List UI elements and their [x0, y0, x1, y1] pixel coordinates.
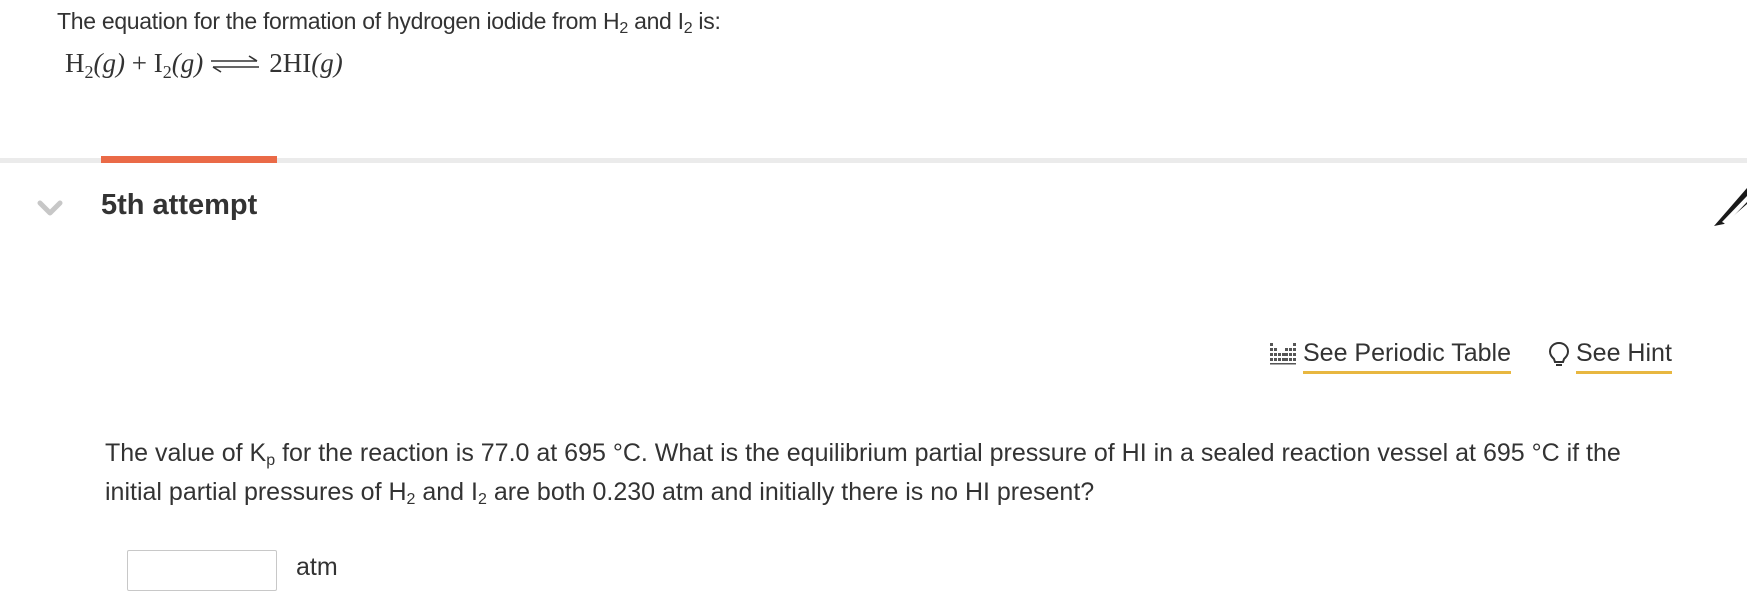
product-hi: 2HI — [269, 48, 312, 78]
reactant-hydrogen: H — [65, 48, 85, 78]
chemical-equation: H2(g) + I2(g) 2HI(g) — [65, 48, 343, 81]
attempt-tab-indicator — [101, 156, 277, 163]
plus-sign: + — [124, 48, 154, 78]
chevron-down-icon[interactable] — [37, 199, 63, 217]
reactant-iodine-subscript: 2 — [162, 62, 172, 82]
intro-text-part: and I — [627, 8, 684, 34]
intro-text-part: is: — [692, 8, 721, 34]
question-part: and I — [415, 478, 478, 506]
reactant-iodine-state: (g) — [171, 48, 204, 78]
answer-unit-label: atm — [296, 553, 338, 581]
product-hi-state: (g) — [311, 48, 343, 78]
mouse-cursor-icon — [1712, 186, 1747, 231]
see-periodic-table-label[interactable]: See Periodic Table — [1303, 338, 1512, 374]
see-hint-label[interactable]: See Hint — [1576, 338, 1672, 374]
equilibrium-arrow-icon — [209, 50, 261, 81]
reactant-iodine: I — [153, 48, 163, 78]
see-periodic-table-link[interactable]: See Periodic Table — [1269, 338, 1512, 378]
attempt-title: 5th attempt — [101, 189, 258, 221]
answer-input[interactable] — [127, 550, 277, 591]
periodic-table-icon — [1269, 341, 1297, 370]
see-hint-link[interactable]: See Hint — [1548, 338, 1672, 378]
reactant-hydrogen-subscript: 2 — [84, 62, 94, 82]
question-i-subscript: 2 — [477, 491, 487, 508]
question-part: The value of K — [105, 439, 267, 467]
intro-h-subscript: 2 — [619, 20, 628, 37]
question-text: The value of Kp for the reaction is 77.0… — [105, 434, 1665, 512]
reactant-hydrogen-state: (g) — [93, 48, 125, 78]
kp-subscript: p — [266, 452, 276, 469]
lightbulb-icon — [1548, 341, 1570, 374]
intro-text-part: The equation for the formation of hydrog… — [57, 8, 620, 34]
question-part: are both 0.230 atm and initially there i… — [486, 478, 1095, 506]
intro-text: The equation for the formation of hydrog… — [57, 8, 721, 37]
